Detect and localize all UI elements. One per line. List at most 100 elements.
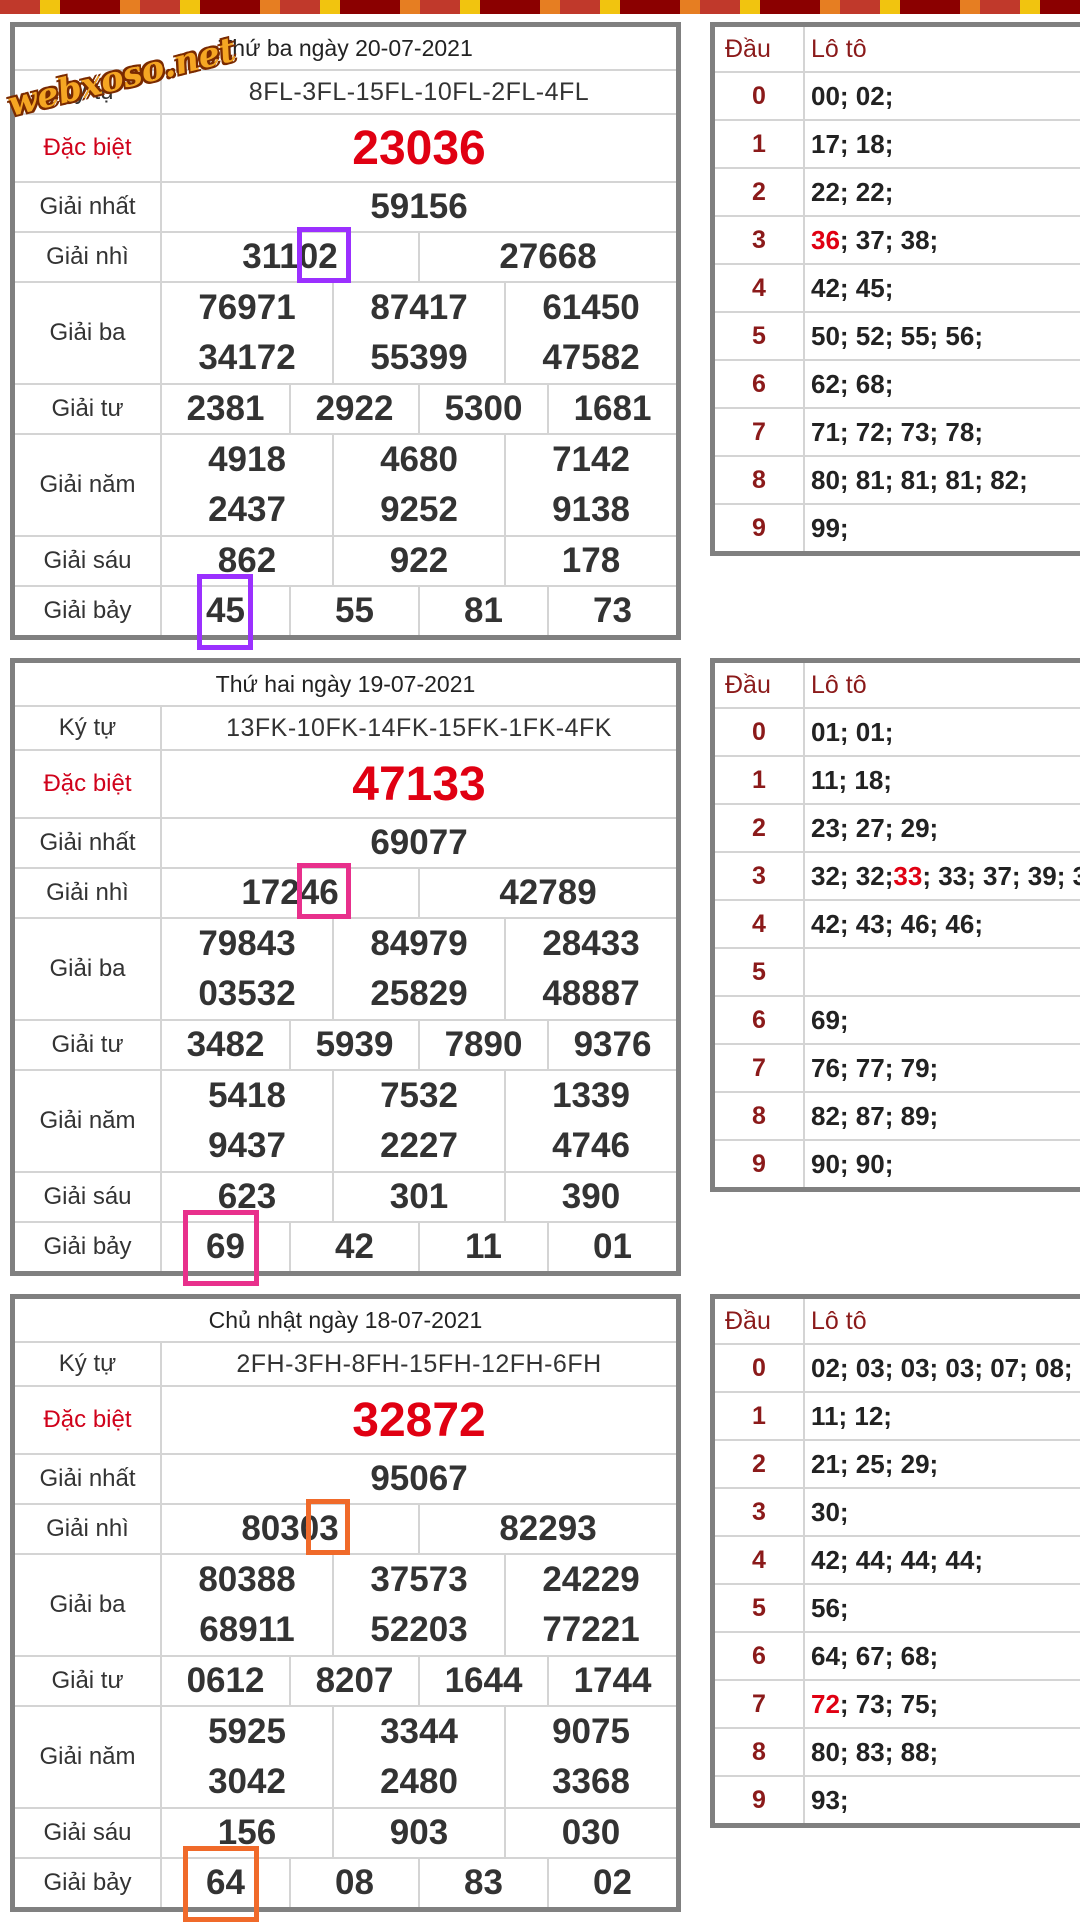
- row-giai-ba-label: Giải ba: [15, 1555, 162, 1655]
- loto-dau-digit: 0: [715, 73, 805, 119]
- fourth-prize-value: 0612: [162, 1657, 291, 1705]
- row-giai-sau-label: Giải sáu: [15, 1173, 162, 1221]
- row-dac-biet-label: Đặc biệt: [15, 751, 162, 817]
- loto-numbers-text: 80; 81; 81; 81; 82;: [811, 464, 1028, 495]
- row-giai-tu-label: Giải tư: [15, 1021, 162, 1069]
- loto-dau-digit: 1: [715, 121, 805, 167]
- row-giai-nhat-label: Giải nhất: [15, 1455, 162, 1503]
- top-banner-strip: [0, 0, 1080, 14]
- loto-head-dau: Đầu: [715, 1299, 805, 1343]
- row-giai-nam-label: Giải năm: [15, 1707, 162, 1807]
- row-giai-nam: Giải năm 5418 7532 1339 9437 2227 4746: [15, 1071, 676, 1173]
- loto-special-number: 72: [811, 1688, 840, 1719]
- draw-date-title: Thứ hai ngày 19-07-2021: [15, 663, 676, 707]
- loto-numbers-text: 42; 44; 44; 44;: [811, 1544, 983, 1575]
- third-prize-value: 77221: [542, 1610, 640, 1649]
- loto-dau-digit: 4: [715, 901, 805, 947]
- seventh-prize-value: 69: [162, 1223, 291, 1271]
- sixth-prize-value: 922: [334, 537, 506, 585]
- loto-row: 4 42; 43; 46; 46;: [715, 901, 1080, 949]
- loto-dau-digit: 7: [715, 1681, 805, 1727]
- fifth-prize-value: 1339: [552, 1076, 630, 1115]
- loto-dau-digit: 9: [715, 1141, 805, 1187]
- loto-row: 6 64; 67; 68;: [715, 1633, 1080, 1681]
- fifth-prize-value: 7532: [334, 1071, 506, 1121]
- fifth-prize-value: 3042: [162, 1757, 334, 1807]
- third-prize-value: 68911: [162, 1605, 334, 1655]
- loto-head-loto: Lô tô: [811, 34, 867, 63]
- loto-numbers: 82; 87; 89;: [805, 1093, 1080, 1139]
- loto-numbers: 64; 67; 68;: [805, 1633, 1080, 1679]
- loto-numbers-text: 30;: [811, 1496, 849, 1527]
- loto-row: 9 90; 90;: [715, 1141, 1080, 1187]
- loto-dau-digit: 9: [715, 505, 805, 551]
- loto-numbers-text: 17; 18;: [811, 128, 894, 159]
- second-prize-value: 31102: [162, 233, 420, 281]
- loto-numbers: 22; 22;: [805, 169, 1080, 215]
- row-dac-biet: Đặc biệt 23036: [15, 115, 676, 183]
- second-prize-value: 17246: [162, 869, 420, 917]
- loto-numbers-text: 80; 83; 88;: [811, 1736, 939, 1767]
- row-giai-sau-label: Giải sáu: [15, 537, 162, 585]
- loto-numbers: 32; 32; 33; 33; 37; 39; 3: [805, 853, 1080, 899]
- fourth-prize-value: 1744: [573, 1661, 652, 1700]
- row-ky-tu: Ký tự 2FH-3FH-8FH-15FH-12FH-6FH: [15, 1343, 676, 1387]
- loto-head-dau: Đầu: [715, 663, 805, 707]
- row-giai-nhat: Giải nhất 59156: [15, 183, 676, 233]
- row-giai-bay-label: Giải bảy: [15, 1859, 162, 1907]
- fifth-prize-value: 9252: [334, 485, 506, 535]
- loto-dau-digit: 5: [715, 1585, 805, 1631]
- loto-row: 9 93;: [715, 1777, 1080, 1823]
- first-prize-value: 59156: [370, 187, 468, 226]
- row-giai-nhi: Giải nhì 80303 82293: [15, 1505, 676, 1555]
- fifth-prize-value: 4746: [552, 1126, 630, 1165]
- fifth-prize-value: 2480: [334, 1757, 506, 1807]
- loto-numbers: 80; 83; 88;: [805, 1729, 1080, 1775]
- loto-numbers-text: 22; 22;: [811, 176, 894, 207]
- loto-dau-digit: 4: [715, 1537, 805, 1583]
- loto-numbers-text: 11; 18;: [811, 764, 892, 795]
- loto-numbers: 36; 37; 38;: [805, 217, 1080, 263]
- loto-numbers: 50; 52; 55; 56;: [805, 313, 1080, 359]
- row-giai-nhi-label: Giải nhì: [15, 869, 162, 917]
- third-prize-value: 61450: [542, 288, 640, 327]
- loto-row: 9 99;: [715, 505, 1080, 551]
- second-prize-value: 27668: [499, 237, 597, 276]
- loto-numbers-text: 02; 03; 03; 03; 07; 08;: [811, 1352, 1073, 1383]
- row-giai-sau: Giải sáu 862 922 178: [15, 537, 676, 587]
- row-giai-tu-label: Giải tư: [15, 1657, 162, 1705]
- loto-row: 1 11; 18;: [715, 757, 1080, 805]
- ky-tu-value: 13FK-10FK-14FK-15FK-1FK-4FK: [226, 713, 612, 742]
- result-table: Thứ hai ngày 19-07-2021 Ký tự 13FK-10FK-14…: [10, 658, 681, 1276]
- fourth-prize-value: 2381: [162, 385, 291, 433]
- row-giai-ba-label: Giải ba: [15, 919, 162, 1019]
- loto-numbers-text: 42; 45;: [811, 272, 894, 303]
- loto-numbers: 80; 81; 81; 81; 82;: [805, 457, 1080, 503]
- row-giai-tu: Giải tư 3482 5939 7890 9376: [15, 1021, 676, 1071]
- loto-numbers-text: 42; 43; 46; 46;: [811, 908, 983, 939]
- ky-tu-value: 2FH-3FH-8FH-15FH-12FH-6FH: [236, 1349, 602, 1378]
- row-giai-sau: Giải sáu 623 301 390: [15, 1173, 676, 1223]
- fifth-prize-value: 5418: [162, 1071, 334, 1121]
- first-prize-value: 95067: [370, 1459, 468, 1498]
- row-dac-biet-label: Đặc biệt: [15, 115, 162, 181]
- loto-row: 3 36; 37; 38;: [715, 217, 1080, 265]
- loto-dau-digit: 5: [715, 313, 805, 359]
- loto-dau-digit: 7: [715, 1045, 805, 1091]
- third-prize-value: 80388: [162, 1555, 334, 1605]
- loto-dau-digit: 0: [715, 709, 805, 755]
- fourth-prize-value: 1681: [573, 389, 652, 428]
- loto-numbers: 99;: [805, 505, 1080, 551]
- loto-numbers: 11; 18;: [805, 757, 1080, 803]
- fifth-prize-value: 3344: [334, 1707, 506, 1757]
- fifth-prize-value: 3368: [552, 1762, 630, 1801]
- loto-row: 2 22; 22;: [715, 169, 1080, 217]
- sixth-prize-value: 156: [162, 1809, 334, 1857]
- fourth-prize-value: 9376: [573, 1025, 652, 1064]
- loto-row: 1 11; 12;: [715, 1393, 1080, 1441]
- loto-dau-digit: 2: [715, 169, 805, 215]
- loto-row: 7 71; 72; 73; 78;: [715, 409, 1080, 457]
- loto-numbers-text: 11; 12;: [811, 1400, 892, 1431]
- third-prize-value: 52203: [334, 1605, 506, 1655]
- row-dac-biet: Đặc biệt 47133: [15, 751, 676, 819]
